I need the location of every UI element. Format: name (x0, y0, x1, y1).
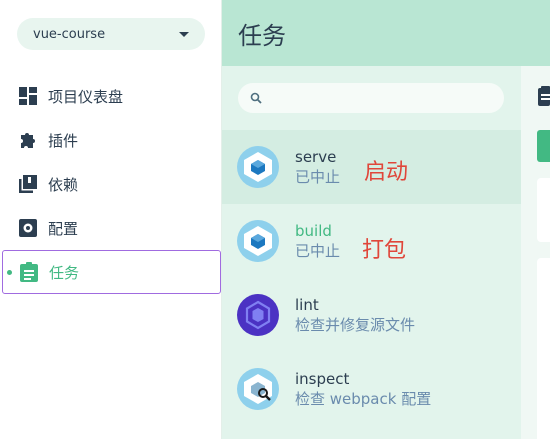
sidebar-item-plugins[interactable]: 插件 (0, 118, 222, 162)
sidebar: vue-course 项目仪表盘 插件 依赖 配置 任务 (0, 0, 222, 439)
task-status: 已中止 (295, 168, 341, 186)
active-indicator (7, 270, 12, 275)
task-name: build (295, 222, 332, 240)
task-status: 已中止 (295, 242, 341, 260)
task-name: lint (295, 296, 319, 314)
task-info-card (537, 178, 550, 242)
task-text: inspect 检查 webpack 配置 (295, 369, 431, 409)
webpack-icon (237, 220, 279, 262)
sidebar-item-label: 依赖 (48, 175, 79, 194)
page-header: 任务 (222, 0, 550, 66)
sidebar-item-configuration[interactable]: 配置 (0, 206, 222, 250)
project-select[interactable]: vue-course (17, 18, 205, 50)
task-item-serve[interactable]: serve 已中止 启动 (222, 130, 521, 204)
task-description: 检查 webpack 配置 (295, 390, 432, 408)
search-icon (250, 89, 262, 108)
task-output-card (537, 258, 550, 439)
sidebar-item-label: 任务 (49, 263, 80, 282)
sidebar-item-label: 项目仪表盘 (48, 87, 124, 106)
task-annotation: 打包 (362, 238, 407, 263)
task-item-build[interactable]: build 已中止 打包 (222, 204, 521, 278)
sidebar-item-label: 插件 (48, 131, 79, 150)
task-text: serve 已中止 (295, 147, 340, 187)
task-detail-panel (521, 66, 550, 439)
sidebar-item-label: 配置 (48, 219, 79, 238)
task-list: serve 已中止 启动 build 已中止 打包 lint 检查并修复源文件 … (222, 66, 521, 439)
chevron-down-icon (179, 31, 189, 37)
page-title: 任务 (238, 21, 286, 50)
assignment-icon (19, 262, 39, 282)
assignment-icon (538, 86, 550, 110)
task-annotation: 启动 (364, 160, 409, 185)
eslint-icon (237, 294, 279, 336)
task-text: build 已中止 (295, 221, 340, 261)
search-box[interactable] (238, 83, 504, 113)
sidebar-nav: 项目仪表盘 插件 依赖 配置 任务 (0, 74, 222, 294)
settings-icon (18, 218, 38, 238)
task-text: lint 检查并修复源文件 (295, 295, 415, 335)
task-name: inspect (295, 370, 350, 388)
project-name: vue-course (33, 26, 106, 42)
sidebar-item-dashboard[interactable]: 项目仪表盘 (0, 74, 222, 118)
task-name: serve (295, 148, 337, 166)
webpack-icon (237, 146, 279, 188)
run-task-button[interactable] (537, 130, 550, 162)
puzzle-icon (18, 130, 38, 150)
webpack-inspect-icon (237, 368, 279, 410)
library-books-icon (18, 174, 38, 194)
sidebar-item-tasks[interactable]: 任务 (2, 250, 221, 294)
task-description: 检查并修复源文件 (295, 316, 416, 334)
sidebar-item-dependencies[interactable]: 依赖 (0, 162, 222, 206)
dashboard-icon (18, 86, 38, 106)
search-input[interactable] (270, 90, 490, 106)
task-item-lint[interactable]: lint 检查并修复源文件 (222, 278, 521, 352)
task-item-inspect[interactable]: inspect 检查 webpack 配置 (222, 352, 521, 426)
